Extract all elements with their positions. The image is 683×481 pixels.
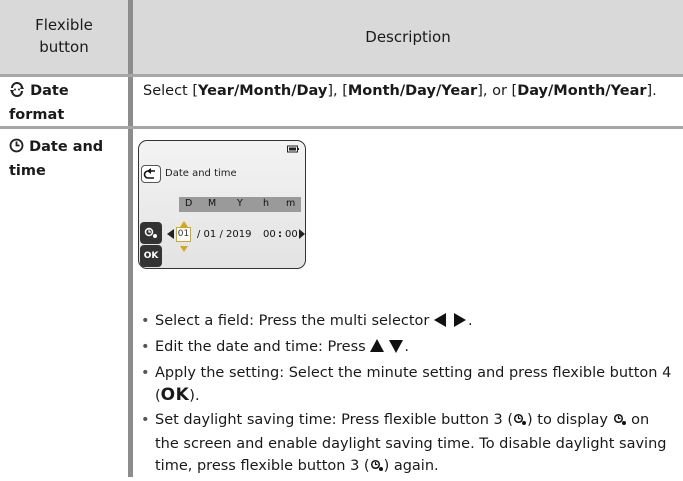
- bullet-text: Set daylight saving time: Press flexible…: [155, 412, 514, 428]
- multi-selector-left-right-icon: [433, 312, 468, 334]
- bullet-text: Apply the setting: Select the minute set…: [155, 365, 672, 404]
- daylight-saving-icon: [140, 222, 162, 244]
- desc-text: Select [: [143, 83, 198, 99]
- battery-icon: [287, 145, 299, 156]
- hour-value: 00: [263, 229, 276, 240]
- label-text: Date and: [29, 139, 104, 155]
- header-line-2: button: [39, 38, 89, 56]
- ok-button-icon: OK: [140, 245, 162, 267]
- desc-text: ], or [: [477, 83, 518, 99]
- list-item: Apply the setting: Select the minute set…: [137, 362, 677, 407]
- bullet-text: Edit the date and time: Press: [155, 339, 366, 355]
- desc-text: ].: [646, 83, 657, 99]
- field-label-y: Y: [237, 198, 243, 209]
- header-flexible-button: Flexible button: [0, 14, 128, 58]
- row-divider: [0, 74, 683, 77]
- clock-icon: [9, 138, 24, 160]
- arrow-left-icon: [167, 229, 174, 242]
- option-day-month-year: Day/Month/Year: [517, 83, 647, 99]
- field-label-m: M: [208, 198, 217, 209]
- header-line-1: Flexible: [35, 16, 93, 34]
- screen-title: Date and time: [165, 168, 237, 179]
- bullet-text: ).: [189, 388, 200, 404]
- label-text: time: [9, 163, 46, 179]
- row-label-date-and-time: Date and time: [9, 136, 127, 182]
- field-label-min: m: [286, 198, 296, 209]
- time-separator: :: [278, 229, 282, 240]
- option-month-day-year: Month/Day/Year: [347, 83, 478, 99]
- date-format-icon: [9, 82, 25, 104]
- list-item: Set daylight saving time: Press flexible…: [137, 409, 677, 479]
- field-label-d: D: [185, 198, 193, 209]
- row-divider: [0, 126, 683, 129]
- instruction-list: Select a field: Press the multi selector…: [137, 310, 677, 481]
- list-item: Select a field: Press the multi selector…: [137, 310, 677, 334]
- field-label-h: h: [263, 198, 270, 209]
- date-value: / 01 / 2019: [197, 229, 252, 240]
- row-label-date-format: Date format: [9, 80, 127, 126]
- row-desc-date-format: Select [Year/Month/Day], [Month/Day/Year…: [143, 80, 678, 102]
- bullet-text: ) to display: [527, 412, 608, 428]
- bullet-text: ) again.: [383, 458, 439, 474]
- column-divider: [128, 0, 133, 477]
- daylight-saving-icon: [370, 457, 384, 479]
- label-text: Date: [30, 83, 69, 99]
- bullet-text: Select a field: Press the multi selector: [155, 313, 430, 329]
- daylight-saving-icon: [613, 411, 627, 433]
- desc-text: ], [: [327, 83, 348, 99]
- arrow-right-icon: [299, 229, 305, 242]
- camera-screen: Date and time D M Y h m 01 / 01 / 2019 0…: [138, 140, 306, 269]
- list-item: Edit the date and time: Press .: [137, 336, 677, 360]
- minute-value: 00: [285, 229, 298, 240]
- arrow-down-icon: [180, 244, 188, 255]
- day-field-selected: 01: [176, 227, 191, 242]
- label-text: format: [9, 107, 65, 123]
- multi-selector-up-down-icon: [370, 338, 404, 360]
- back-icon: [141, 165, 161, 183]
- daylight-saving-icon: [513, 411, 527, 433]
- option-year-month-day: Year/Month/Day: [198, 83, 328, 99]
- ok-symbol: OK: [160, 385, 190, 405]
- header-description: Description: [365, 28, 451, 46]
